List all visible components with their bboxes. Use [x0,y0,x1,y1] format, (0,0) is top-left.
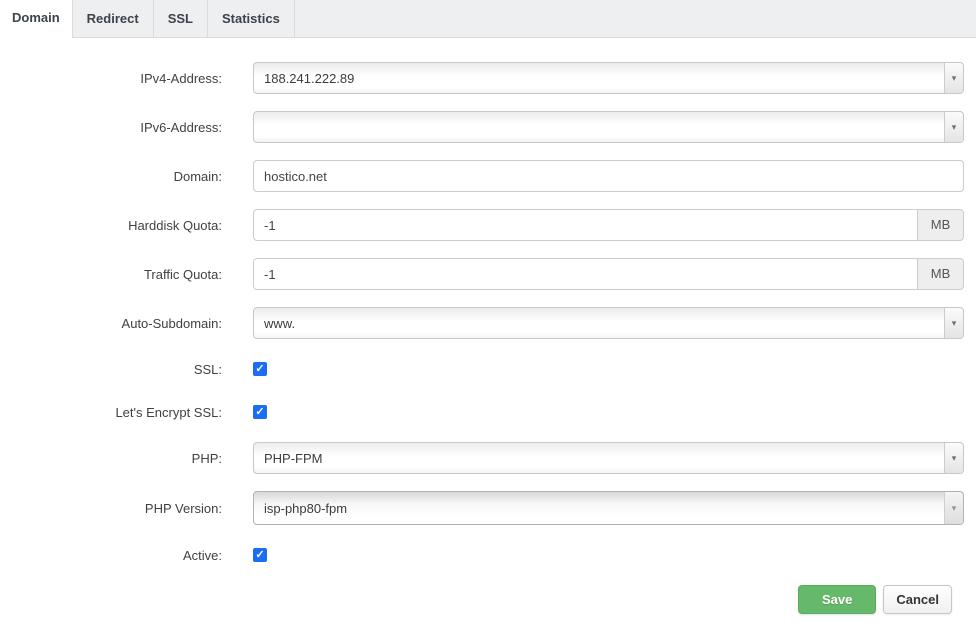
checkmark-icon: ✓ [255,405,264,419]
lets-encrypt-ssl-row: Let's Encrypt SSL: ✓ [0,399,964,425]
php-version-selected-value: isp-php80-fpm [254,501,944,516]
ssl-row: SSL: ✓ [0,356,964,382]
traffic-quota-control: MB [253,258,964,290]
tab-ssl[interactable]: SSL [154,0,208,37]
chevron-down-icon: ▾ [952,318,957,329]
ipv4-address-label: IPv4-Address: [0,71,222,86]
ipv6-address-row: IPv6-Address: ▾ [0,111,964,143]
ipv4-address-selected-value: 188.241.222.89 [254,71,944,86]
traffic-quota-row: Traffic Quota: MB [0,258,964,290]
tab-list: Domain Redirect SSL Statistics [0,0,976,38]
ssl-checkbox[interactable]: ✓ [253,362,267,376]
auto-subdomain-control: www. ▾ [253,307,964,339]
active-row: Active: ✓ [0,542,964,568]
harddisk-quota-input[interactable] [253,209,918,241]
ipv4-address-row: IPv4-Address: 188.241.222.89 ▾ [0,62,964,94]
chevron-down-icon: ▾ [952,503,957,514]
ssl-label: SSL: [0,362,222,377]
domain-row: Domain: [0,160,964,192]
php-label: PHP: [0,451,222,466]
php-select[interactable]: PHP-FPM ▾ [253,442,964,474]
harddisk-quota-control: MB [253,209,964,241]
chevron-down-icon: ▾ [952,73,957,84]
ipv6-address-selected-value [254,127,944,128]
auto-subdomain-selected-value: www. [254,316,944,331]
php-selected-value: PHP-FPM [254,451,944,466]
select-dropdown-button[interactable]: ▾ [944,63,963,93]
ipv6-address-label: IPv6-Address: [0,120,222,135]
checkmark-icon: ✓ [255,362,264,376]
php-version-select[interactable]: isp-php80-fpm ▾ [253,491,964,525]
select-dropdown-button[interactable]: ▾ [944,492,963,524]
cancel-button[interactable]: Cancel [883,585,952,614]
domain-control [253,160,964,192]
auto-subdomain-row: Auto-Subdomain: www. ▾ [0,307,964,339]
ipv4-address-select[interactable]: 188.241.222.89 ▾ [253,62,964,94]
auto-subdomain-label: Auto-Subdomain: [0,316,222,331]
form-actions: Save Cancel [0,585,964,614]
select-dropdown-button[interactable]: ▾ [944,112,963,142]
domain-input[interactable] [253,160,964,192]
checkmark-icon: ✓ [255,548,264,562]
domain-form: IPv4-Address: 188.241.222.89 ▾ IPv6-Addr… [0,38,976,614]
lets-encrypt-ssl-checkbox[interactable]: ✓ [253,405,267,419]
domain-settings-page: Domain Redirect SSL Statistics IPv4-Addr… [0,0,976,631]
save-button[interactable]: Save [798,585,876,614]
active-control: ✓ [253,548,964,562]
active-checkbox[interactable]: ✓ [253,548,267,562]
traffic-quota-input[interactable] [253,258,918,290]
tab-statistics[interactable]: Statistics [208,0,295,37]
ipv6-address-select[interactable]: ▾ [253,111,964,143]
active-label: Active: [0,548,222,563]
php-control: PHP-FPM ▾ [253,442,964,474]
select-dropdown-button[interactable]: ▾ [944,443,963,473]
domain-label: Domain: [0,169,222,184]
ssl-control: ✓ [253,362,964,376]
php-version-row: PHP Version: isp-php80-fpm ▾ [0,491,964,525]
chevron-down-icon: ▾ [952,122,957,133]
lets-encrypt-ssl-control: ✓ [253,405,964,419]
tab-bar: Domain Redirect SSL Statistics [0,0,976,38]
lets-encrypt-ssl-label: Let's Encrypt SSL: [0,405,222,420]
tab-domain[interactable]: Domain [0,0,72,38]
mb-unit-addon: MB [918,209,964,241]
tab-redirect[interactable]: Redirect [72,0,154,37]
ipv6-address-control: ▾ [253,111,964,143]
php-version-label: PHP Version: [0,501,222,516]
ipv4-address-control: 188.241.222.89 ▾ [253,62,964,94]
mb-unit-addon: MB [918,258,964,290]
auto-subdomain-select[interactable]: www. ▾ [253,307,964,339]
php-version-control: isp-php80-fpm ▾ [253,491,964,525]
traffic-quota-label: Traffic Quota: [0,267,222,282]
php-row: PHP: PHP-FPM ▾ [0,442,964,474]
chevron-down-icon: ▾ [952,453,957,464]
select-dropdown-button[interactable]: ▾ [944,308,963,338]
harddisk-quota-row: Harddisk Quota: MB [0,209,964,241]
harddisk-quota-label: Harddisk Quota: [0,218,222,233]
